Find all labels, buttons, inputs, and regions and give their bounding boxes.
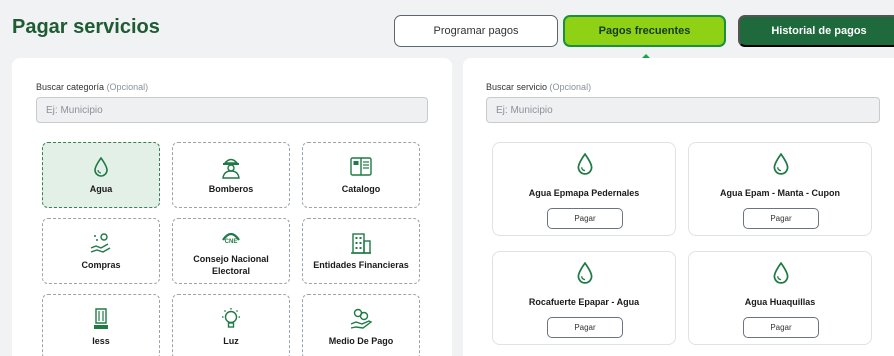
- category-search-label: Buscar categoría (Opcional): [36, 82, 148, 92]
- programar-pagos-button[interactable]: Programar pagos: [394, 15, 558, 47]
- catalog-book-icon: [349, 155, 373, 179]
- category-label: Catalogo: [341, 183, 381, 194]
- water-drop-icon: [577, 153, 593, 175]
- firefighter-icon: [219, 155, 243, 179]
- category-label: Medio De Pago: [328, 335, 394, 346]
- category-card-entidades-financieras[interactable]: Entidades Financieras: [302, 218, 420, 284]
- iess-logo-icon: [89, 307, 113, 331]
- pay-button[interactable]: Pagar: [547, 317, 623, 338]
- category-search-input[interactable]: [36, 97, 428, 123]
- building-icon: [349, 231, 373, 255]
- service-search-input[interactable]: [486, 97, 880, 123]
- category-label: Luz: [223, 335, 239, 346]
- service-search-label: Buscar servicio (Opcional): [486, 82, 591, 92]
- category-card-agua[interactable]: Agua: [42, 142, 160, 208]
- category-label: Agua: [89, 183, 113, 194]
- service-name: Agua Epmapa Pedernales: [528, 188, 640, 198]
- water-drop-icon: [773, 262, 789, 284]
- pay-button[interactable]: Pagar: [547, 208, 623, 229]
- lightbulb-icon: [219, 307, 243, 331]
- pay-button[interactable]: Pagar: [743, 208, 819, 229]
- category-card-cne[interactable]: CNE Consejo Nacional Electoral: [172, 218, 290, 284]
- category-card-iess[interactable]: Iess: [42, 294, 160, 356]
- category-card-compras[interactable]: Compras: [42, 218, 160, 284]
- service-search-optional: (Opcional): [549, 82, 592, 92]
- category-search-optional: (Opcional): [106, 82, 149, 92]
- service-search-label-text: Buscar servicio: [486, 82, 548, 92]
- category-label: Entidades Financieras: [313, 259, 409, 270]
- categories-panel: Buscar categoría (Opcional) Agua Bombero…: [12, 58, 452, 356]
- svg-text:CNE: CNE: [225, 239, 238, 244]
- category-card-luz[interactable]: Luz: [172, 294, 290, 356]
- service-name: Rocafuerte Epapar - Agua: [528, 297, 640, 307]
- pagos-frecuentes-button[interactable]: Pagos frecuentes: [563, 15, 726, 47]
- category-search-label-text: Buscar categoría: [36, 82, 105, 92]
- category-label: Compras: [81, 259, 121, 270]
- category-card-catalogo[interactable]: Catalogo: [302, 142, 420, 208]
- service-card: Agua Epmapa Pedernales Pagar: [492, 142, 676, 236]
- services-panel: Buscar servicio (Opcional) Agua Epmapa P…: [463, 58, 894, 356]
- coins-hand-icon: [349, 307, 373, 331]
- service-name: Agua Huaquillas: [744, 297, 816, 307]
- category-label: Consejo Nacional Electoral: [193, 253, 269, 276]
- pay-button[interactable]: Pagar: [743, 317, 819, 338]
- water-drop-icon: [773, 153, 789, 175]
- shopping-hand-icon: [89, 231, 113, 255]
- historial-pagos-button[interactable]: Historial de pagos: [738, 15, 894, 47]
- water-drop-icon: [577, 262, 593, 284]
- page-title: Pagar servicios: [12, 16, 160, 38]
- service-card: Agua Huaquillas Pagar: [688, 251, 872, 345]
- cne-logo-icon: CNE: [219, 225, 243, 249]
- category-card-medio-de-pago[interactable]: Medio De Pago: [302, 294, 420, 356]
- service-card: Agua Epam - Manta - Cupon Pagar: [688, 142, 872, 236]
- category-card-bomberos[interactable]: Bomberos: [172, 142, 290, 208]
- service-name: Agua Epam - Manta - Cupon: [720, 188, 840, 198]
- category-label: Iess: [92, 335, 110, 346]
- category-label: Bomberos: [208, 183, 254, 194]
- service-card: Rocafuerte Epapar - Agua Pagar: [492, 251, 676, 345]
- water-drop-icon: [89, 155, 113, 179]
